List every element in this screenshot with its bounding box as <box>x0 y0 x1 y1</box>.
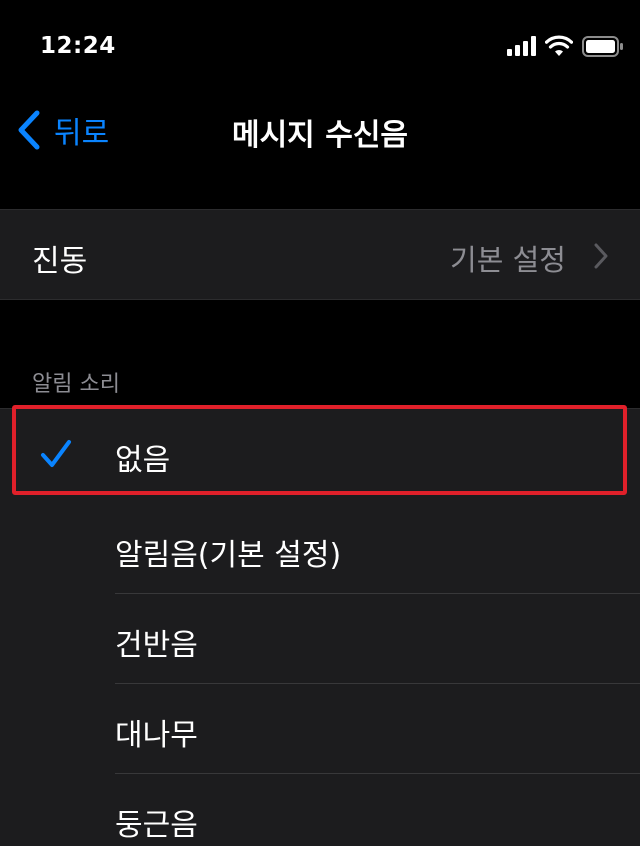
alert-sound-section-header: 알림 소리 <box>32 372 120 397</box>
sound-option-label: 건반음 <box>115 628 198 663</box>
status-time: 12:24 <box>40 33 116 59</box>
status-bar: 12:24 <box>0 0 640 90</box>
sound-option-label: 둥근음 <box>115 808 198 843</box>
sound-option-round[interactable]: 둥근음 <box>0 774 640 846</box>
page-title: 메시지 수신음 <box>231 118 409 153</box>
checkmark-icon <box>41 440 71 467</box>
navigation-bar: 뒤로 메시지 수신음 <box>0 90 640 170</box>
battery-icon <box>582 36 623 57</box>
vibration-value: 기본 설정 <box>450 243 566 277</box>
cellular-signal-icon <box>507 36 536 56</box>
sound-option-none[interactable]: 없음 <box>0 409 640 499</box>
vibration-label: 진동 <box>32 244 88 279</box>
alert-sound-list: 없음 알림음(기본 설정) 건반음 대나무 둥근음 <box>0 408 640 846</box>
wifi-icon <box>545 35 573 56</box>
vibration-row[interactable]: 진동 기본 설정 <box>0 209 640 300</box>
sound-option-label: 없음 <box>115 443 171 478</box>
sound-option-label: 알림음(기본 설정) <box>115 538 342 573</box>
sound-option-label: 대나무 <box>115 718 198 753</box>
sound-option-default[interactable]: 알림음(기본 설정) <box>0 504 640 594</box>
sound-option-keys[interactable]: 건반음 <box>0 594 640 684</box>
chevron-right-icon <box>594 243 608 269</box>
screen: 12:24 뒤로 메시지 수신음 진동 기본 설정 알림 소리 없음 알림음(기… <box>0 0 640 846</box>
sound-option-bamboo[interactable]: 대나무 <box>0 684 640 774</box>
